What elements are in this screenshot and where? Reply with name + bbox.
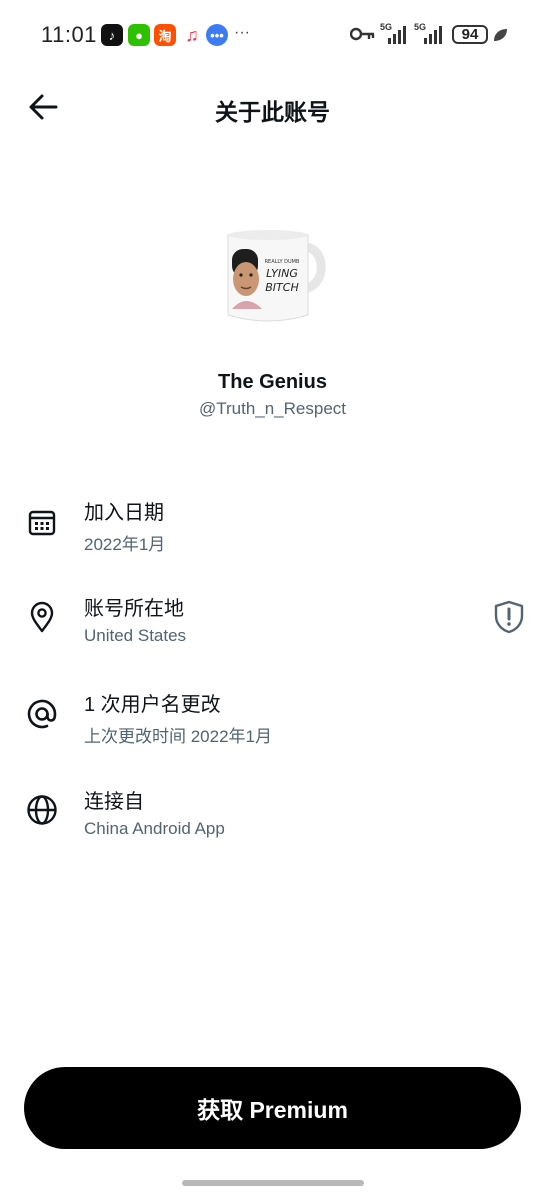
- sim1-signal-icon: [388, 24, 406, 44]
- info-item-location: 账号所在地 United States: [0, 588, 545, 668]
- status-bar: 11:01 ♪ ● 淘 ♫ ••• ··· 5G 5G 94: [0, 0, 545, 70]
- info-title: 连接自: [84, 791, 144, 813]
- more-notifications-icon: ···: [234, 24, 250, 41]
- globe-icon: [25, 793, 59, 827]
- mug-text-line2: BITCH: [265, 281, 298, 294]
- location-pin-icon: [25, 600, 59, 634]
- info-title: 加入日期: [84, 502, 164, 524]
- user-handle: @Truth_n_Respect: [198, 399, 347, 418]
- info-value: United States: [84, 626, 187, 645]
- status-time: 11:01: [41, 22, 97, 47]
- mug-small-text: REALLY DUMB: [265, 259, 300, 265]
- info-value: 2022年1月: [84, 535, 166, 554]
- info-item-joined: 加入日期 2022年1月: [0, 492, 545, 572]
- tiktok-icon: ♪: [101, 24, 123, 46]
- vpn-key-icon: [350, 27, 375, 41]
- leaf-icon: [494, 29, 507, 41]
- battery-level: 94: [461, 26, 479, 43]
- wechat-icon: ●: [128, 24, 150, 46]
- taobao-icon: 淘: [154, 24, 176, 46]
- at-sign-icon: [25, 697, 59, 731]
- music-icon: ♫: [185, 24, 199, 45]
- get-premium-button[interactable]: 获取 Premium: [24, 1067, 521, 1149]
- info-item-username-changes: 1 次用户名更改 上次更改时间 2022年1月: [0, 684, 545, 764]
- page-title: 关于此账号: [215, 99, 330, 125]
- calendar-icon: [25, 505, 59, 539]
- info-value: China Android App: [84, 819, 225, 838]
- messages-icon: •••: [206, 24, 228, 46]
- top-app-bar: 关于此账号: [0, 70, 545, 146]
- shield-alert-icon[interactable]: [493, 600, 525, 634]
- display-name: The Genius: [218, 371, 327, 393]
- battery-indicator: 94: [452, 25, 488, 44]
- mug-text-line1: LYING: [266, 267, 298, 280]
- info-value: 上次更改时间 2022年1月: [84, 727, 272, 746]
- sim2-signal-icon: [424, 24, 442, 44]
- home-indicator[interactable]: [182, 1180, 364, 1186]
- info-title: 账号所在地: [84, 598, 184, 620]
- info-item-connected-via: 连接自 China Android App: [0, 781, 545, 861]
- profile-avatar: REALLY DUMB LYING BITCH: [222, 219, 328, 329]
- info-title: 1 次用户名更改: [84, 694, 221, 716]
